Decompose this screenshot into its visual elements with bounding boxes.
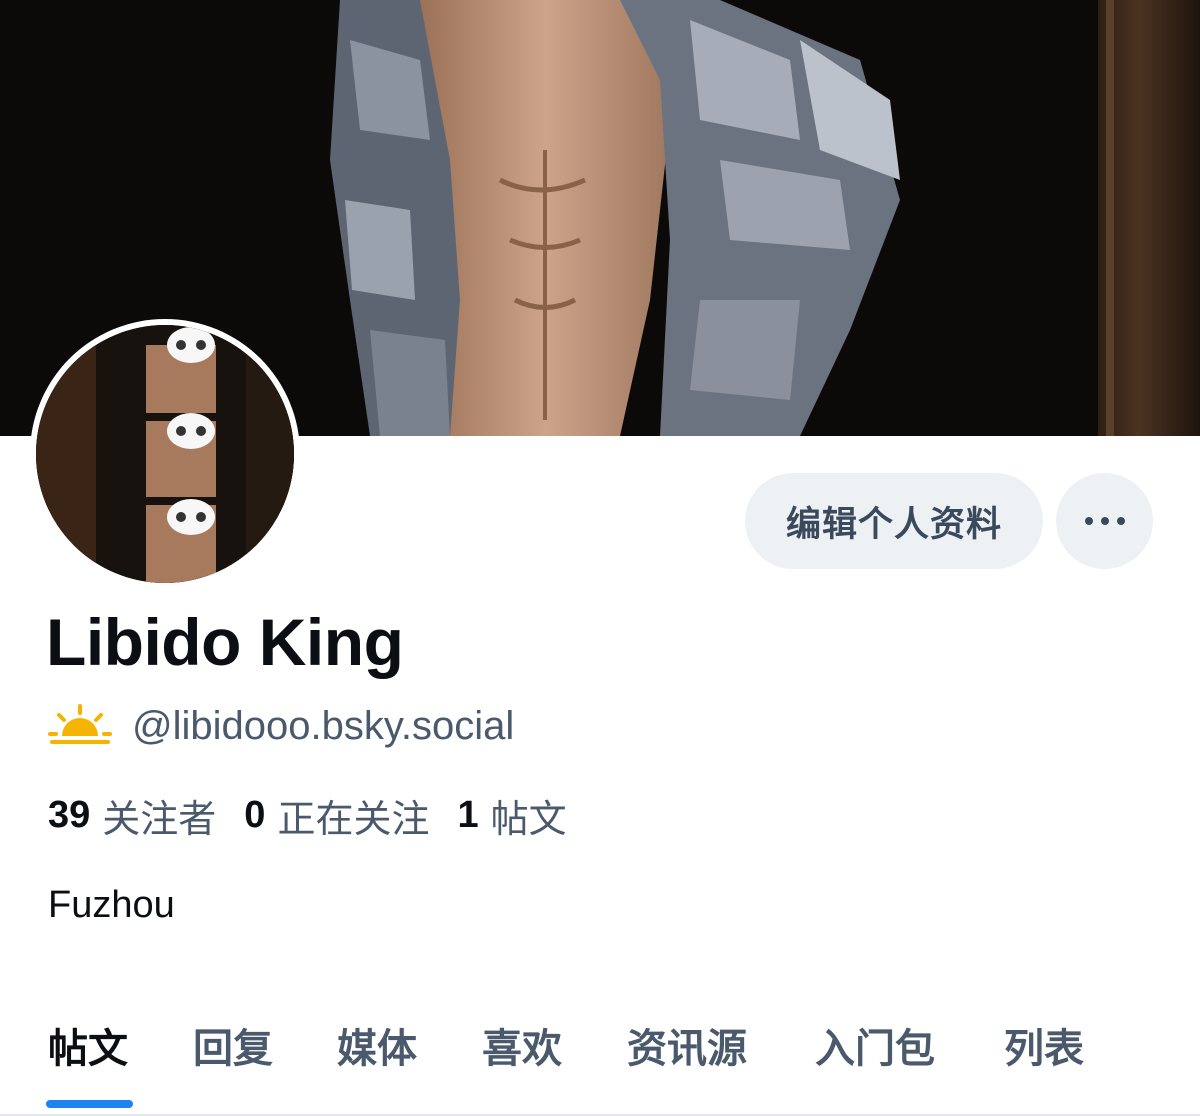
tab-feeds[interactable]: 资讯源 (627, 1016, 747, 1074)
stat-followers[interactable]: 39 关注者 (48, 788, 216, 843)
edit-profile-label: 编辑个人资料 (785, 504, 1002, 545)
tab-starter-packs[interactable]: 入门包 (815, 1016, 935, 1074)
avatar-image (36, 325, 294, 583)
more-options-button[interactable] (1056, 473, 1153, 569)
tab-replies[interactable]: 回复 (193, 1016, 273, 1074)
stat-label: 关注者 (102, 796, 217, 841)
active-tab-indicator (46, 1100, 133, 1108)
stat-label: 帖文 (490, 796, 567, 841)
handle[interactable]: @libidooo.bsky.social (132, 704, 514, 749)
sun-icon (48, 704, 112, 744)
profile-stats: 39 关注者 0 正在关注 1 帖文 (48, 787, 595, 843)
tab-posts[interactable]: 帖文 (48, 1016, 128, 1074)
stat-following[interactable]: 0 正在关注 (244, 788, 429, 843)
stat-posts: 1 帖文 (457, 788, 566, 843)
tab-lists[interactable]: 列表 (1004, 1016, 1084, 1074)
avatar[interactable] (30, 319, 300, 589)
tab-likes[interactable]: 喜欢 (482, 1016, 562, 1074)
stat-count: 39 (48, 793, 91, 836)
edit-profile-button[interactable]: 编辑个人资料 (745, 473, 1043, 569)
display-name: Libido King (46, 605, 404, 679)
stat-label: 正在关注 (277, 796, 430, 841)
profile-bio: Fuzhou (48, 884, 175, 926)
profile-tabs: 帖文 回复 媒体 喜欢 资讯源 入门包 列表 (0, 1010, 1200, 1116)
stat-count: 1 (457, 793, 479, 836)
tab-media[interactable]: 媒体 (337, 1016, 417, 1074)
profile-page: 编辑个人资料 Libido King @libidooo.bsky.social… (0, 0, 1200, 1116)
stat-count: 0 (244, 793, 266, 836)
ellipsis-icon (1084, 517, 1125, 525)
handle-row: @libidooo.bsky.social (48, 700, 514, 752)
